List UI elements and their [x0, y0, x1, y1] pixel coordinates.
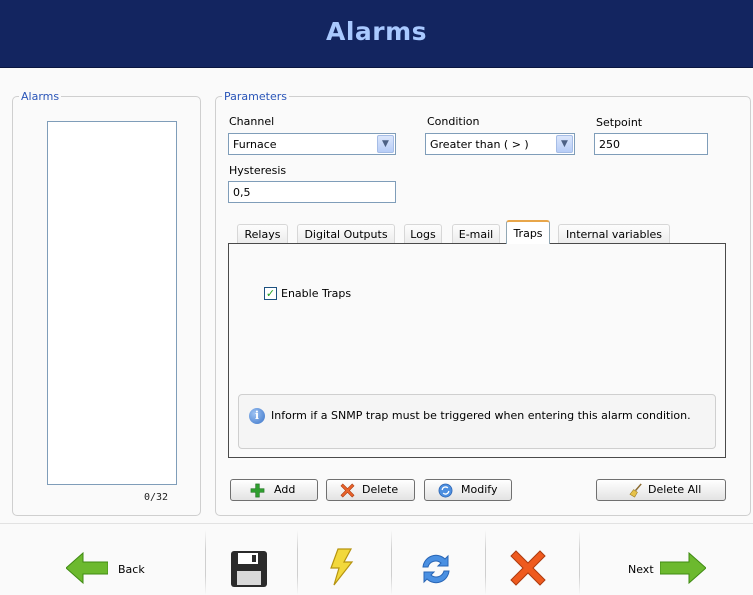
tab-internal-variables[interactable]: Internal variables — [558, 224, 670, 243]
condition-label: Condition — [427, 115, 480, 128]
setpoint-value: 250 — [599, 138, 620, 151]
title-bar: Alarms — [0, 0, 753, 68]
channel-value: Furnace — [233, 138, 277, 151]
hysteresis-input[interactable]: 0,5 — [228, 181, 396, 203]
modify-button-label: Modify — [461, 483, 498, 496]
delete-all-button-label: Delete All — [648, 483, 702, 496]
tab-logs[interactable]: Logs — [404, 224, 442, 243]
save-icon[interactable] — [230, 550, 268, 588]
add-button[interactable]: Add — [230, 479, 318, 501]
page-title: Alarms — [325, 17, 428, 46]
tab-digital-outputs[interactable]: Digital Outputs — [297, 224, 395, 243]
next-arrow-icon — [660, 552, 706, 584]
setpoint-label: Setpoint — [596, 116, 643, 129]
enable-traps-label[interactable]: Enable Traps — [281, 287, 351, 300]
channel-label: Channel — [229, 115, 275, 128]
hysteresis-value: 0,5 — [233, 186, 251, 199]
back-label: Back — [118, 563, 145, 576]
setpoint-input[interactable]: 250 — [594, 133, 708, 155]
info-icon: i — [249, 408, 265, 424]
modify-button[interactable]: Modify — [424, 479, 512, 501]
back-arrow-icon — [66, 552, 108, 584]
enable-traps-checkbox[interactable]: ✓ — [264, 287, 277, 300]
footer-divider — [297, 530, 298, 595]
footer-divider — [205, 530, 206, 595]
footer-divider — [391, 530, 392, 595]
delete-all-button[interactable]: Delete All — [596, 479, 726, 501]
next-label: Next — [628, 563, 654, 576]
broom-icon — [629, 483, 642, 498]
info-text: Inform if a SNMP trap must be triggered … — [271, 409, 691, 422]
condition-value: Greater than ( > ) — [430, 138, 529, 151]
alarm-count: 0/32 — [144, 492, 169, 503]
alarm-list[interactable] — [47, 121, 177, 485]
refresh-icon[interactable] — [417, 551, 455, 587]
tab-traps[interactable]: Traps — [506, 220, 550, 244]
plus-icon — [250, 483, 265, 498]
chevron-down-icon[interactable]: ▼ — [556, 135, 573, 153]
refresh-icon — [438, 483, 453, 498]
delete-x-icon — [340, 483, 355, 498]
hysteresis-label: Hysteresis — [229, 164, 287, 177]
next-button[interactable]: Next — [600, 540, 740, 588]
tab-relays[interactable]: Relays — [237, 224, 288, 243]
footer-divider — [579, 530, 580, 595]
cancel-x-icon[interactable] — [510, 550, 546, 586]
tab-email[interactable]: E-mail — [452, 224, 500, 243]
footer-divider — [485, 530, 486, 595]
delete-button[interactable]: Delete — [326, 479, 415, 501]
back-button[interactable]: Back — [40, 540, 190, 588]
add-button-label: Add — [274, 483, 296, 496]
condition-select[interactable]: Greater than ( > ) ▼ — [425, 133, 575, 155]
chevron-down-icon[interactable]: ▼ — [377, 135, 394, 153]
delete-button-label: Delete — [362, 483, 399, 496]
lightning-icon[interactable] — [328, 548, 354, 586]
parameters-legend: Parameters — [224, 90, 287, 103]
channel-select[interactable]: Furnace ▼ — [228, 133, 396, 155]
alarms-legend: Alarms — [21, 90, 60, 103]
